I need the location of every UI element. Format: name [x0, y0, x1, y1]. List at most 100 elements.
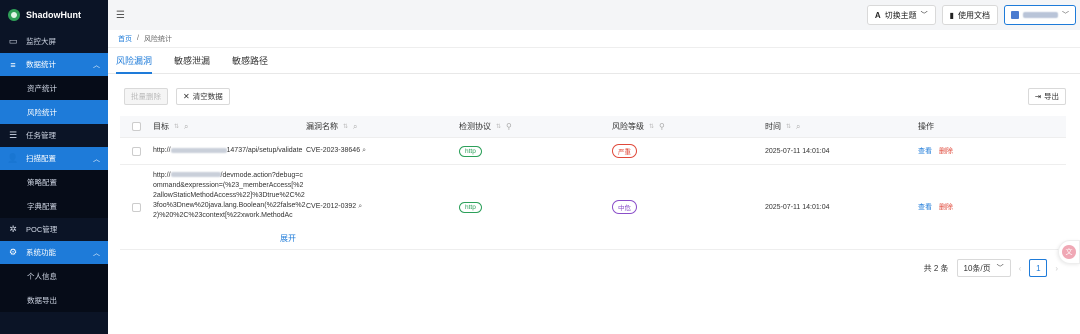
sidebar-item-data-stats[interactable]: ≡ 数据统计 ︿	[0, 53, 108, 76]
translate-icon: 文	[1062, 245, 1076, 259]
sidebar-item-monitor[interactable]: ▭ 监控大屏	[0, 30, 108, 53]
export-button[interactable]: ⇥ 导出	[1027, 88, 1066, 105]
chevron-up-icon: ︿	[93, 249, 100, 257]
zoom-icon[interactable]: ⌕	[358, 203, 362, 210]
expand-link[interactable]: 展开	[153, 233, 306, 244]
header-name: 漏洞名称	[306, 122, 338, 131]
view-link[interactable]: 查看	[918, 204, 932, 211]
sidebar-item-label: 数据统计	[26, 60, 56, 69]
select-all-checkbox[interactable]	[131, 122, 141, 131]
chevron-up-icon: ︿	[93, 155, 100, 163]
search-icon[interactable]: ⌕	[184, 122, 188, 132]
filter-icon[interactable]: ⚲	[506, 122, 512, 131]
redacted-host	[170, 147, 227, 153]
theme-switch-label: 切换主题	[884, 10, 917, 20]
search-icon[interactable]: ⌕	[353, 122, 357, 132]
monitor-icon: ▭	[8, 36, 18, 46]
sidebar-item-tasks[interactable]: ☰ 任务管理	[0, 124, 108, 147]
tab-sensitive-leaks[interactable]: 敏感泄漏	[174, 54, 210, 73]
header-level: 风险等级	[612, 122, 644, 131]
batch-delete-label: 批量删除	[131, 92, 161, 101]
menu-collapse-icon[interactable]: ☰	[116, 10, 125, 21]
sort-icon[interactable]: ⇅	[174, 123, 179, 130]
sidebar-item-profile[interactable]: 个人信息	[0, 264, 108, 288]
header-protocol: 检测协议	[459, 122, 491, 131]
filter-icon[interactable]: ⚲	[659, 122, 665, 131]
redacted-host	[170, 172, 221, 178]
page-number[interactable]: 1	[1029, 259, 1048, 277]
severity-tag: 严重	[612, 144, 637, 158]
risk-table: 目标 ⇅ ⌕ 漏洞名称 ⇅ ⌕ 检测协议 ⇅ ⚲ 风险等级 ⇅ ⚲ 时间 ⇅ ⌕…	[120, 116, 1066, 250]
sidebar-item-label: 系统功能	[26, 248, 56, 257]
zoom-icon[interactable]: ⌕	[362, 147, 366, 154]
topbar: ☰ A 切换主题 ﹀ ▮ 使用文档 ﹀	[108, 0, 1080, 30]
shield-logo-icon	[8, 9, 20, 21]
sidebar-item-label: 个人信息	[27, 271, 57, 281]
search-icon[interactable]: ⌕	[796, 122, 800, 132]
batch-delete-button[interactable]: 批量删除	[124, 88, 168, 105]
chevron-down-icon: ﹀	[1062, 12, 1069, 19]
theme-switch-button[interactable]: A 切换主题 ﹀	[866, 5, 936, 25]
delete-link[interactable]: 删除	[939, 204, 953, 211]
target-cell: http://14737/api/setup/validate	[153, 147, 303, 154]
chevron-down-icon: ﹀	[996, 265, 1004, 272]
target-cell: http:///devmode.action?debug=command&exp…	[153, 171, 306, 244]
sidebar-item-poc[interactable]: ✲ POC管理	[0, 218, 108, 241]
sidebar-item-system[interactable]: ⚙ 系统功能 ︿	[0, 241, 108, 264]
tab-sensitive-paths[interactable]: 敏感路径	[232, 54, 268, 73]
sort-icon[interactable]: ⇅	[343, 123, 348, 130]
toolbar: 批量删除 ✕ 清空数据 ⇥ 导出	[120, 88, 1066, 106]
tab-risk-vulns[interactable]: 风险漏洞	[116, 54, 153, 74]
sidebar-item-data-export[interactable]: 数据导出	[0, 288, 108, 312]
clear-data-button[interactable]: ✕ 清空数据	[176, 88, 230, 105]
translate-float-button[interactable]: 文	[1058, 240, 1080, 264]
close-icon: ✕	[183, 92, 190, 101]
sidebar-item-label: 数据导出	[27, 295, 57, 305]
sidebar-item-strategy-config[interactable]: 策略配置	[0, 170, 108, 194]
severity-tag: 中危	[612, 200, 637, 214]
prev-page-icon[interactable]: ‹	[1019, 264, 1022, 273]
topbar-actions: A 切换主题 ﹀ ▮ 使用文档 ﹀	[866, 5, 1076, 25]
next-page-icon[interactable]: ›	[1055, 264, 1058, 273]
vuln-name-cell: CVE-2023-38646 ⌕	[306, 147, 367, 154]
clear-data-label: 清空数据	[192, 92, 223, 101]
total-count: 共 2 条	[923, 263, 949, 273]
time-cell: 2025-07-11 14:01:04	[765, 147, 830, 155]
view-link[interactable]: 查看	[918, 148, 932, 155]
sort-icon[interactable]: ⇅	[649, 123, 654, 130]
docs-button[interactable]: ▮ 使用文档	[941, 5, 998, 25]
sidebar-item-label: 资产统计	[27, 83, 57, 93]
chevron-down-icon: ﹀	[920, 12, 928, 19]
table-row: http:///devmode.action?debug=command&exp…	[120, 165, 1066, 250]
gear-icon: ⚙	[8, 247, 18, 257]
row-checkbox[interactable]	[131, 146, 141, 156]
username-redacted	[1022, 12, 1058, 18]
sidebar-item-label: 监控大屏	[26, 37, 56, 46]
sidebar-item-label: 任务管理	[26, 131, 56, 140]
tasks-icon: ☰	[8, 130, 18, 140]
sort-icon[interactable]: ⇅	[786, 123, 791, 130]
docs-label: 使用文档	[958, 10, 990, 20]
sidebar-item-risk-stats[interactable]: 风险统计	[0, 100, 108, 124]
sidebar-item-dict-config[interactable]: 字典配置	[0, 194, 108, 218]
brand[interactable]: ShadowHunt	[0, 0, 108, 30]
row-checkbox[interactable]	[131, 202, 141, 212]
tab-bar: 风险漏洞 敏感泄漏 敏感路径	[108, 48, 1080, 74]
sidebar-item-label: 策略配置	[27, 177, 57, 187]
page-size-select[interactable]: 10条/页 ﹀	[956, 259, 1011, 277]
sidebar-item-scan-config[interactable]: 👤 扫描配置 ︿	[0, 147, 108, 170]
breadcrumb-home[interactable]: 首页	[118, 34, 132, 44]
delete-link[interactable]: 删除	[939, 148, 953, 155]
user-menu-button[interactable]: ﹀	[1004, 5, 1076, 25]
database-icon: ≡	[10, 59, 16, 70]
sidebar-item-asset-stats[interactable]: 资产统计	[0, 76, 108, 100]
bug-icon: ✲	[9, 224, 17, 234]
export-icon: ⇥	[1034, 92, 1041, 101]
avatar	[1011, 11, 1019, 19]
brand-name: ShadowHunt	[26, 10, 81, 20]
sidebar: ShadowHunt ▭ 监控大屏 ≡ 数据统计 ︿ 资产统计 风险统计 ☰ 任…	[0, 0, 108, 334]
protocol-tag: http	[459, 145, 482, 157]
header-time: 时间	[765, 122, 781, 131]
sort-icon[interactable]: ⇅	[496, 123, 501, 130]
export-label: 导出	[1044, 92, 1059, 101]
